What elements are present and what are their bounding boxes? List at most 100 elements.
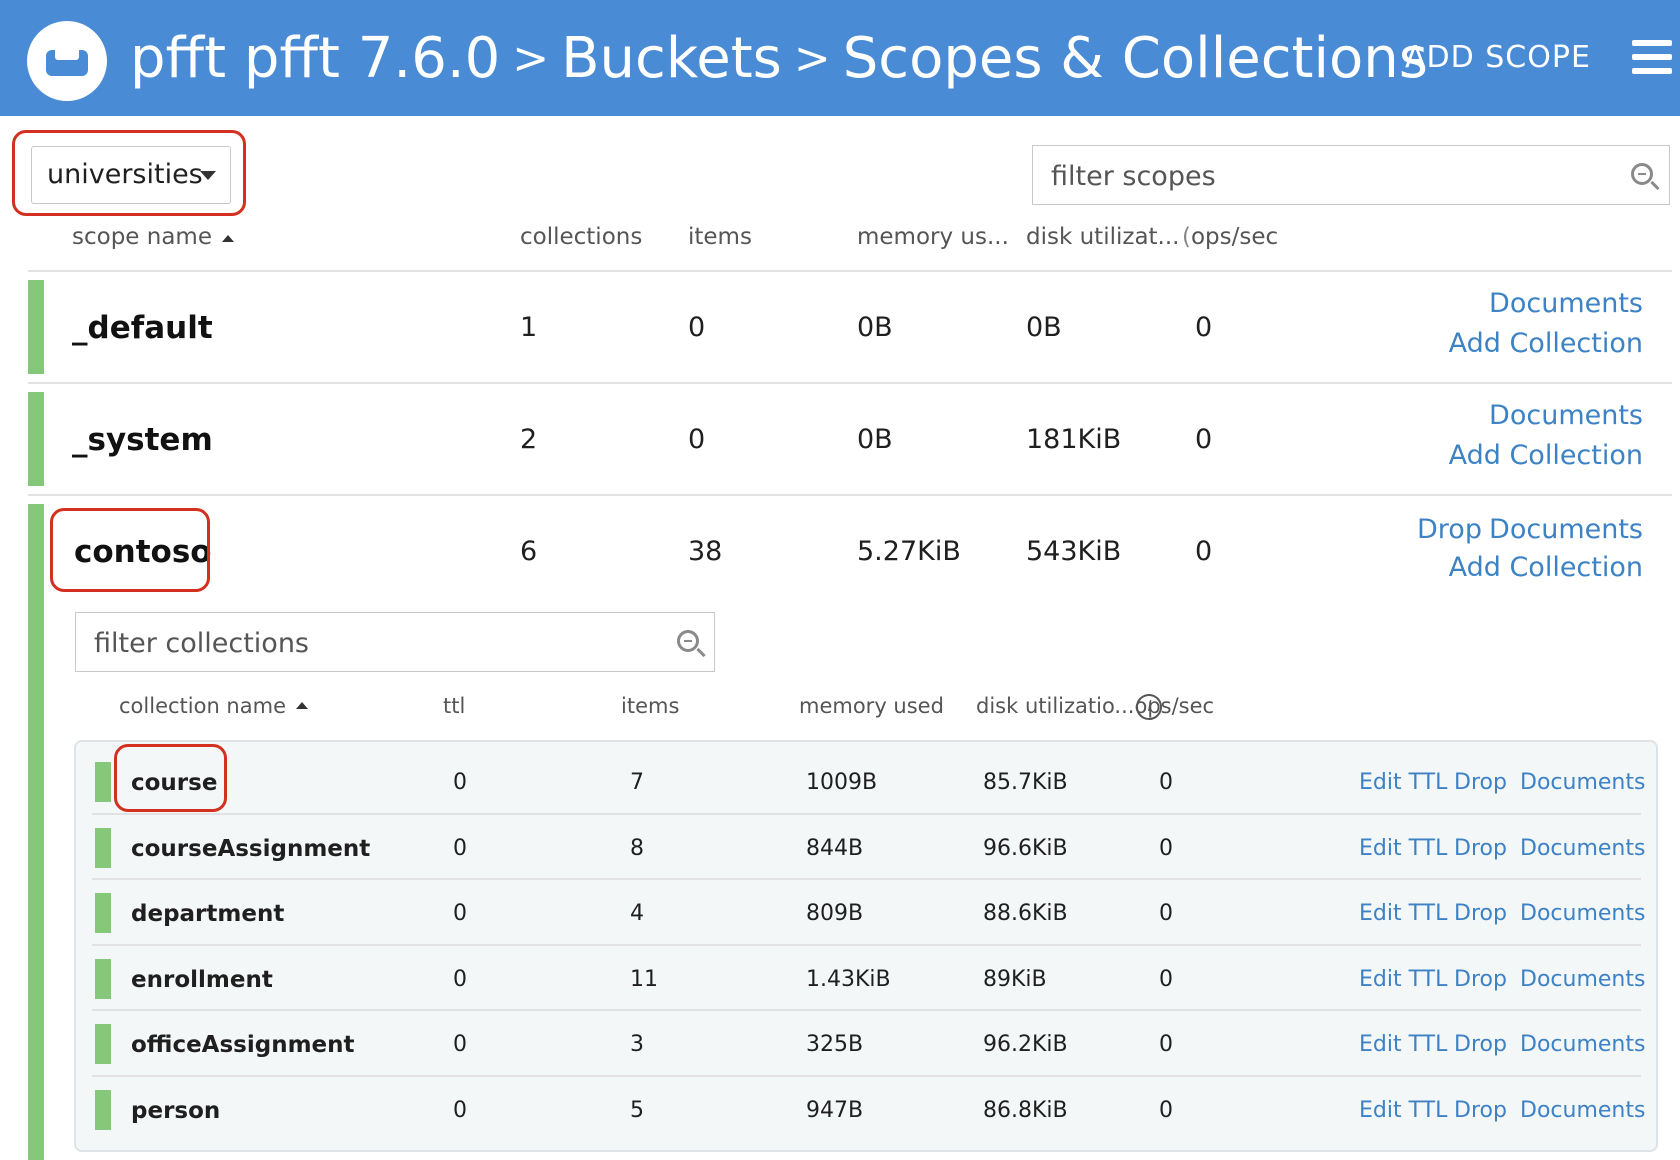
scope-row: _default 1 0 0B 0B 0 Documents Add Colle…	[0, 280, 1680, 384]
documents-link[interactable]: Documents	[1520, 1098, 1645, 1123]
drop-collection-link[interactable]: Drop	[1454, 836, 1507, 861]
drop-collection-link[interactable]: Drop	[1454, 967, 1507, 992]
collection-disk: 96.2KiB	[983, 1032, 1068, 1057]
collection-status-bar	[95, 762, 111, 802]
documents-link[interactable]: Documents	[1520, 901, 1645, 926]
documents-link[interactable]: Documents	[1520, 1032, 1645, 1057]
bucket-select-highlight: universities	[12, 130, 246, 216]
breadcrumb-current: Scopes & Collections	[842, 26, 1428, 91]
col-collection-name[interactable]: collection name	[119, 694, 308, 718]
scope-row-expanded: contoso 6 38 5.27KiB 543KiB 0 Drop Docum…	[0, 504, 1680, 604]
collection-items: 11	[630, 967, 658, 992]
collection-row: department 0 4 809B 88.6KiB 0 Edit TTL Drop Docu…	[0, 881, 1680, 945]
collection-ops: 0	[1159, 1032, 1173, 1057]
documents-link[interactable]: Documents	[1520, 967, 1645, 992]
scope-name[interactable]: _system	[72, 422, 213, 458]
sort-ascending-icon	[222, 235, 234, 242]
col-disk[interactable]: disk utilizat...	[1026, 224, 1180, 250]
documents-link[interactable]: Documents	[1489, 400, 1643, 431]
collection-name[interactable]: department	[131, 901, 284, 927]
filter-collections-field	[75, 612, 715, 672]
drop-collection-link[interactable]: Drop	[1454, 1032, 1507, 1057]
collection-row: course 0 7 1009B 85.7KiB 0 Edit TTL Drop Documen…	[0, 750, 1680, 814]
col-collections[interactable]: collections	[520, 224, 642, 250]
col-coll-memory[interactable]: memory used	[799, 694, 944, 718]
collection-status-bar	[95, 1090, 111, 1130]
documents-link[interactable]: Documents	[1489, 288, 1643, 319]
scope-row: _system 2 0 0B 181KiB 0 Documents Add Co…	[0, 392, 1680, 496]
scope-items: 0	[688, 312, 706, 343]
search-icon[interactable]	[677, 630, 699, 652]
row-divider	[92, 1075, 1641, 1077]
add-scope-button[interactable]: ADD SCOPE	[1405, 40, 1591, 75]
collection-ttl: 0	[453, 770, 467, 795]
collection-memory: 844B	[806, 836, 864, 861]
scope-items: 0	[688, 424, 706, 455]
filter-scopes-input[interactable]	[1049, 158, 1613, 194]
hamburger-menu-icon[interactable]	[1632, 40, 1672, 76]
collection-name-highlight	[114, 744, 227, 812]
collection-ttl: 0	[453, 967, 467, 992]
edit-ttl-link[interactable]: Edit TTL	[1359, 967, 1447, 992]
collection-items: 5	[630, 1098, 644, 1123]
add-collection-link[interactable]: Add Collection	[1449, 328, 1643, 359]
edit-ttl-link[interactable]: Edit TTL	[1359, 770, 1447, 795]
add-collection-link[interactable]: Add Collection	[1449, 440, 1643, 471]
col-coll-items[interactable]: items	[621, 694, 679, 718]
divider	[28, 270, 1672, 272]
row-divider	[92, 813, 1641, 815]
collection-ops: 0	[1159, 901, 1173, 926]
col-ops[interactable]: (ops/sec	[1182, 224, 1278, 250]
filter-collections-input[interactable]	[92, 625, 656, 661]
scope-name[interactable]: _default	[72, 310, 213, 346]
collection-ops: 0	[1159, 1098, 1173, 1123]
search-icon[interactable]	[1631, 163, 1653, 185]
collection-status-bar	[95, 959, 111, 999]
col-memory[interactable]: memory us...	[857, 224, 1009, 250]
collection-memory: 1009B	[806, 770, 878, 795]
drop-collection-link[interactable]: Drop	[1454, 1098, 1507, 1123]
collection-disk: 89KiB	[983, 967, 1047, 992]
collection-ttl: 0	[453, 901, 467, 926]
collection-ttl: 0	[453, 836, 467, 861]
collection-name[interactable]: enrollment	[131, 967, 273, 993]
col-scope-name[interactable]: scope name	[72, 224, 234, 250]
collection-disk: 96.6KiB	[983, 836, 1068, 861]
sort-ascending-icon	[296, 702, 308, 709]
couchbase-logo-icon[interactable]	[27, 21, 107, 101]
collection-disk: 86.8KiB	[983, 1098, 1068, 1123]
scope-ops: 0	[1195, 536, 1213, 567]
breadcrumb-buckets[interactable]: Buckets	[561, 26, 782, 91]
breadcrumb-cluster[interactable]: pfft pfft 7.6.0	[130, 26, 500, 91]
collection-memory: 325B	[806, 1032, 864, 1057]
edit-ttl-link[interactable]: Edit TTL	[1359, 1098, 1447, 1123]
collection-memory: 809B	[806, 901, 864, 926]
collection-name[interactable]: person	[131, 1098, 220, 1124]
scope-collections: 1	[520, 312, 538, 343]
add-collection-link[interactable]: Add Collection	[1449, 552, 1643, 583]
drop-collection-link[interactable]: Drop	[1454, 901, 1507, 926]
collection-items: 7	[630, 770, 644, 795]
bucket-select[interactable]: universities	[31, 146, 231, 204]
scope-disk: 543KiB	[1026, 536, 1122, 567]
scope-disk: 181KiB	[1026, 424, 1122, 455]
documents-link[interactable]: Documents	[1520, 836, 1645, 861]
scope-ops: 0	[1195, 312, 1213, 343]
col-ttl[interactable]: ttl	[443, 694, 465, 718]
collection-name[interactable]: officeAssignment	[131, 1032, 355, 1058]
edit-ttl-link[interactable]: Edit TTL	[1359, 836, 1447, 861]
edit-ttl-link[interactable]: Edit TTL	[1359, 1032, 1447, 1057]
collection-status-bar	[95, 893, 111, 933]
col-items[interactable]: items	[688, 224, 752, 250]
documents-link[interactable]: Documents	[1520, 770, 1645, 795]
scope-items: 38	[688, 536, 723, 567]
collection-disk: 85.7KiB	[983, 770, 1068, 795]
drop-scope-link[interactable]: Drop	[1417, 514, 1482, 545]
documents-link[interactable]: Documents	[1489, 514, 1643, 545]
collection-name[interactable]: courseAssignment	[131, 836, 370, 862]
drop-collection-link[interactable]: Drop	[1454, 770, 1507, 795]
caret-down-icon	[200, 171, 216, 180]
edit-ttl-link[interactable]: Edit TTL	[1359, 901, 1447, 926]
col-coll-disk[interactable]: disk utilizatio... i ops/sec	[976, 694, 1214, 720]
col-collection-name-label: collection name	[119, 694, 286, 718]
